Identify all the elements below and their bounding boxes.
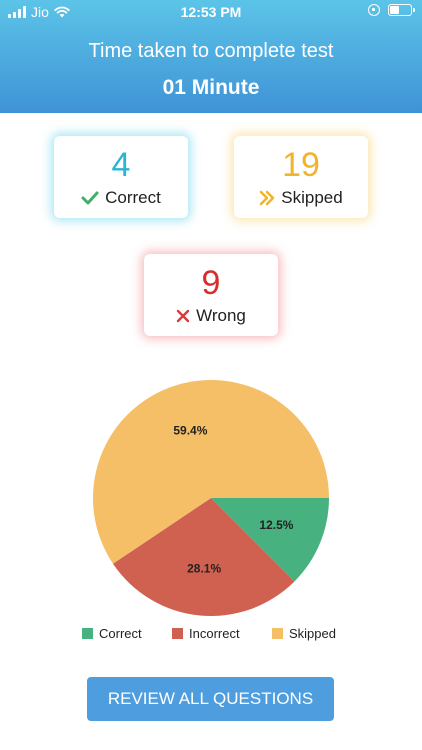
- rotation-lock-icon: [368, 4, 380, 16]
- wrong-label-row: Wrong: [144, 306, 278, 326]
- label-skipped: 59.4%: [173, 423, 207, 437]
- legend-label-correct: Correct: [99, 626, 142, 641]
- chart-legend: Correct Incorrect Skipped: [0, 626, 422, 644]
- legend-item-incorrect: Incorrect: [172, 626, 240, 641]
- label-incorrect: 28.1%: [187, 561, 221, 575]
- status-bar: Jio 12:53 PM: [0, 0, 422, 26]
- legend-item-skipped: Skipped: [272, 626, 336, 641]
- clock: 12:53 PM: [180, 4, 242, 20]
- skipped-label-row: Skipped: [234, 188, 368, 208]
- time-taken-value: 01 Minute: [162, 76, 260, 99]
- correct-label-row: Correct: [54, 188, 188, 208]
- results-pie-chart: 12.5% 28.1% 59.4%: [92, 379, 329, 616]
- legend-swatch-skipped: [272, 628, 283, 639]
- battery-icon: [388, 4, 415, 16]
- legend-item-correct: Correct: [82, 626, 142, 641]
- double-chevron-right-icon: [259, 190, 275, 206]
- checkmark-icon: [81, 191, 99, 205]
- wrong-label: Wrong: [196, 306, 246, 325]
- close-icon: [176, 309, 190, 323]
- header-title: Time taken to complete test: [88, 40, 334, 62]
- correct-card: 4 Correct: [54, 136, 188, 218]
- wrong-card: 9 Wrong: [144, 254, 278, 336]
- legend-label-skipped: Skipped: [289, 626, 336, 641]
- legend-label-incorrect: Incorrect: [189, 626, 240, 641]
- legend-swatch-incorrect: [172, 628, 183, 639]
- skipped-card: 19 Skipped: [234, 136, 368, 218]
- wrong-count: 9: [201, 264, 221, 302]
- review-all-questions-button[interactable]: REVIEW ALL QUESTIONS: [87, 677, 334, 721]
- legend-swatch-correct: [82, 628, 93, 639]
- header: Jio 12:53 PM Time taken to complete test…: [0, 0, 422, 113]
- correct-count: 4: [111, 146, 131, 184]
- correct-label: Correct: [105, 188, 161, 207]
- label-correct: 12.5%: [259, 518, 293, 532]
- skipped-count: 19: [282, 146, 320, 184]
- skipped-label: Skipped: [281, 188, 343, 207]
